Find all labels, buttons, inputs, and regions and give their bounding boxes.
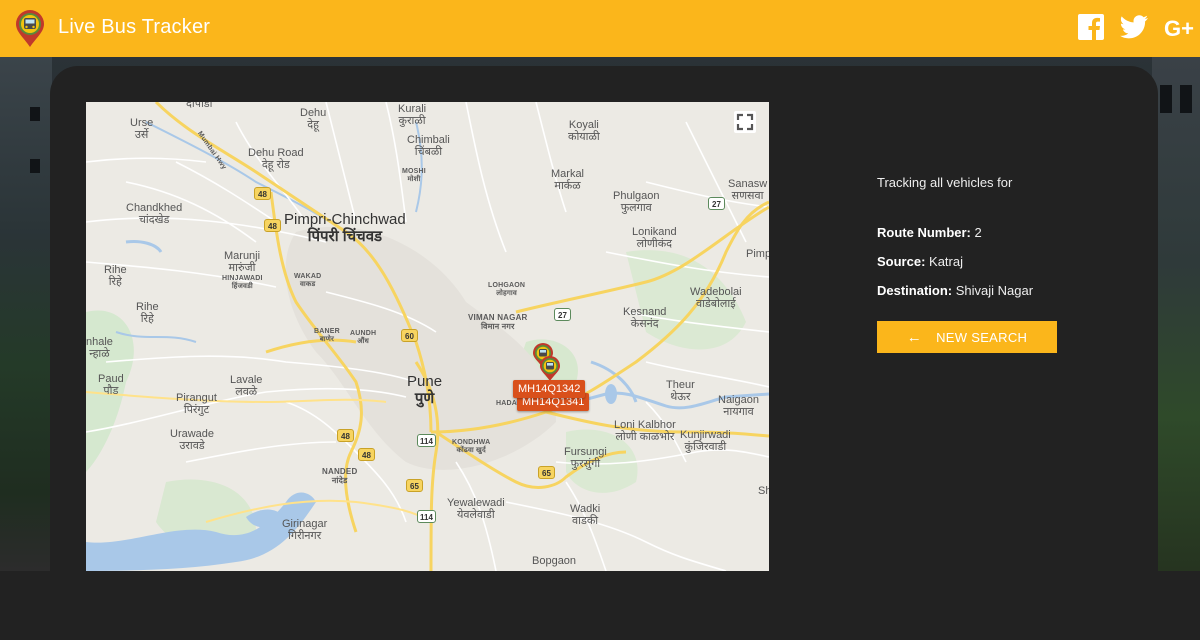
highway-shield: 48	[264, 219, 281, 232]
place-label: Phulgaon फुलगाव	[613, 190, 660, 215]
highway-shield: 65	[406, 479, 423, 492]
brand[interactable]: Live Bus Tracker	[14, 10, 210, 48]
place-label: Chimbali चिंबळी	[407, 134, 450, 159]
highway-shield: 65	[538, 466, 555, 479]
place-label: Lonikand लोणीकंद	[632, 226, 677, 251]
place-label: AUNDH औंध	[350, 330, 377, 345]
highway-shield: 48	[337, 429, 354, 442]
place-label: Urawade उरावडे	[170, 428, 215, 453]
place-label: Paud पौड	[98, 373, 124, 398]
highway-shield: 27	[554, 308, 571, 321]
place-label: Pirangut पिरंगुट	[176, 392, 217, 417]
place-label: Sh	[758, 485, 769, 497]
twitter-icon[interactable]	[1120, 14, 1148, 40]
place-label: दापोडी	[186, 102, 213, 110]
background-right-edge	[1152, 57, 1200, 571]
place-label: Sanasw सणसवा	[728, 178, 768, 203]
place-label: Urse उर्से	[130, 117, 154, 142]
destination-value: Shivaji Nagar	[955, 283, 1034, 298]
place-label: Marunji मारुंजी	[224, 250, 261, 275]
source-row: Source: Katraj	[877, 254, 963, 269]
background-window	[1160, 85, 1172, 113]
highway-shield: 114	[417, 510, 436, 523]
place-label: Fursungi फुरसुंगी	[564, 446, 607, 471]
social-links: G+	[1062, 14, 1200, 40]
place-label: NANDED नांदेड	[322, 467, 358, 485]
place-label: Rihe रिहे	[104, 264, 127, 289]
place-label: Dehu Road देहू रोड	[248, 147, 304, 172]
place-label: Theur थेऊर	[666, 379, 695, 404]
bus-logo-icon	[16, 10, 44, 47]
fullscreen-icon	[736, 113, 754, 131]
place-label: Chandkhed चांदखेड	[126, 202, 183, 227]
place-label: HINJAWADI हिंजवडी	[222, 275, 263, 290]
place-label: Markal मार्कळ	[551, 168, 585, 193]
destination-label: Destination:	[877, 283, 953, 298]
place-label: MOSHI मोशी	[402, 168, 426, 183]
place-label: Kunjirwadi कुंजिरवाडी	[680, 429, 731, 454]
destination-row: Destination: Shivaji Nagar	[877, 283, 1033, 298]
city-label-pimpri-chinchwad: Pimpri-Chinchwad पिंपरी चिंचवड	[284, 211, 406, 245]
place-label: VIMAN NAGAR विमान नगर	[468, 313, 528, 331]
route-number-value: 2	[974, 225, 982, 240]
place-label: LOHGAON लोहगाव	[488, 282, 526, 297]
place-label: nhale न्हाळे	[86, 336, 113, 361]
map-view[interactable]: दापोडी Urse उर्से Dehu देहू Kurali कुराळी K…	[86, 102, 769, 571]
bus-marker[interactable]	[539, 356, 561, 382]
bus-label[interactable]: MH14Q1342	[513, 380, 586, 398]
route-number-row: Route Number: 2	[877, 225, 982, 240]
place-label: WAKAD वाकड	[294, 273, 322, 288]
place-label: Naigaon नायगाव	[718, 394, 759, 419]
place-label: BANER बाणेर	[314, 328, 340, 343]
highway-shield: 27	[708, 197, 725, 210]
svg-text:G+: G+	[1164, 16, 1194, 40]
tracking-text: Tracking all vehicles for	[877, 175, 1013, 190]
route-number-label: Route Number:	[877, 225, 971, 240]
bus-pin-icon	[540, 356, 560, 381]
highway-shield: 114	[417, 434, 436, 447]
new-search-button[interactable]: ← NEW SEARCH	[877, 321, 1057, 353]
highway-shield: 60	[401, 329, 418, 342]
place-label: Yewalewadi येवलेवाडी	[447, 497, 505, 522]
arrow-left-icon: ←	[906, 328, 923, 346]
new-search-label: NEW SEARCH	[936, 329, 1028, 345]
fullscreen-button[interactable]	[734, 111, 756, 133]
place-label: Dehu देहू	[300, 107, 327, 132]
place-label: Girinagar गिरीनगर	[282, 518, 328, 543]
background-left-edge	[0, 57, 52, 571]
source-label: Source:	[877, 254, 926, 269]
place-label: Bopgaon	[532, 555, 577, 567]
highway-shield: 48	[358, 448, 375, 461]
map-base	[86, 102, 769, 571]
background-window	[30, 107, 40, 121]
background-window	[30, 159, 40, 173]
place-label: Wadebolai वाडेबोलाई	[690, 286, 742, 311]
place-label: KONDHWA कोंढवा खुर्द	[452, 439, 491, 454]
place-label: Koyali कोयाळी	[568, 119, 600, 144]
background-window	[1180, 85, 1192, 113]
place-label: Pimp	[746, 248, 769, 260]
place-label: Kurali कुराळी	[398, 103, 427, 128]
top-navbar: Live Bus Tracker G+	[0, 0, 1200, 57]
facebook-icon[interactable]	[1078, 14, 1104, 40]
place-label: Wadki वाडकी	[570, 503, 601, 528]
source-value: Katraj	[929, 254, 963, 269]
place-label: Loni Kalbhor लोणी काळभोर	[614, 419, 676, 444]
google-plus-icon[interactable]: G+	[1164, 14, 1200, 40]
city-label-pune: Pune पुणे	[407, 373, 443, 407]
place-label: Lavale लवळे	[230, 374, 263, 399]
footer-area	[0, 571, 1200, 640]
highway-shield: 48	[254, 187, 271, 200]
place-label: Kesnand केसनंद	[623, 306, 667, 331]
place-label: HADA	[496, 400, 518, 407]
place-label: Rihe रिहे	[136, 301, 159, 326]
app-title: Live Bus Tracker	[58, 15, 211, 38]
